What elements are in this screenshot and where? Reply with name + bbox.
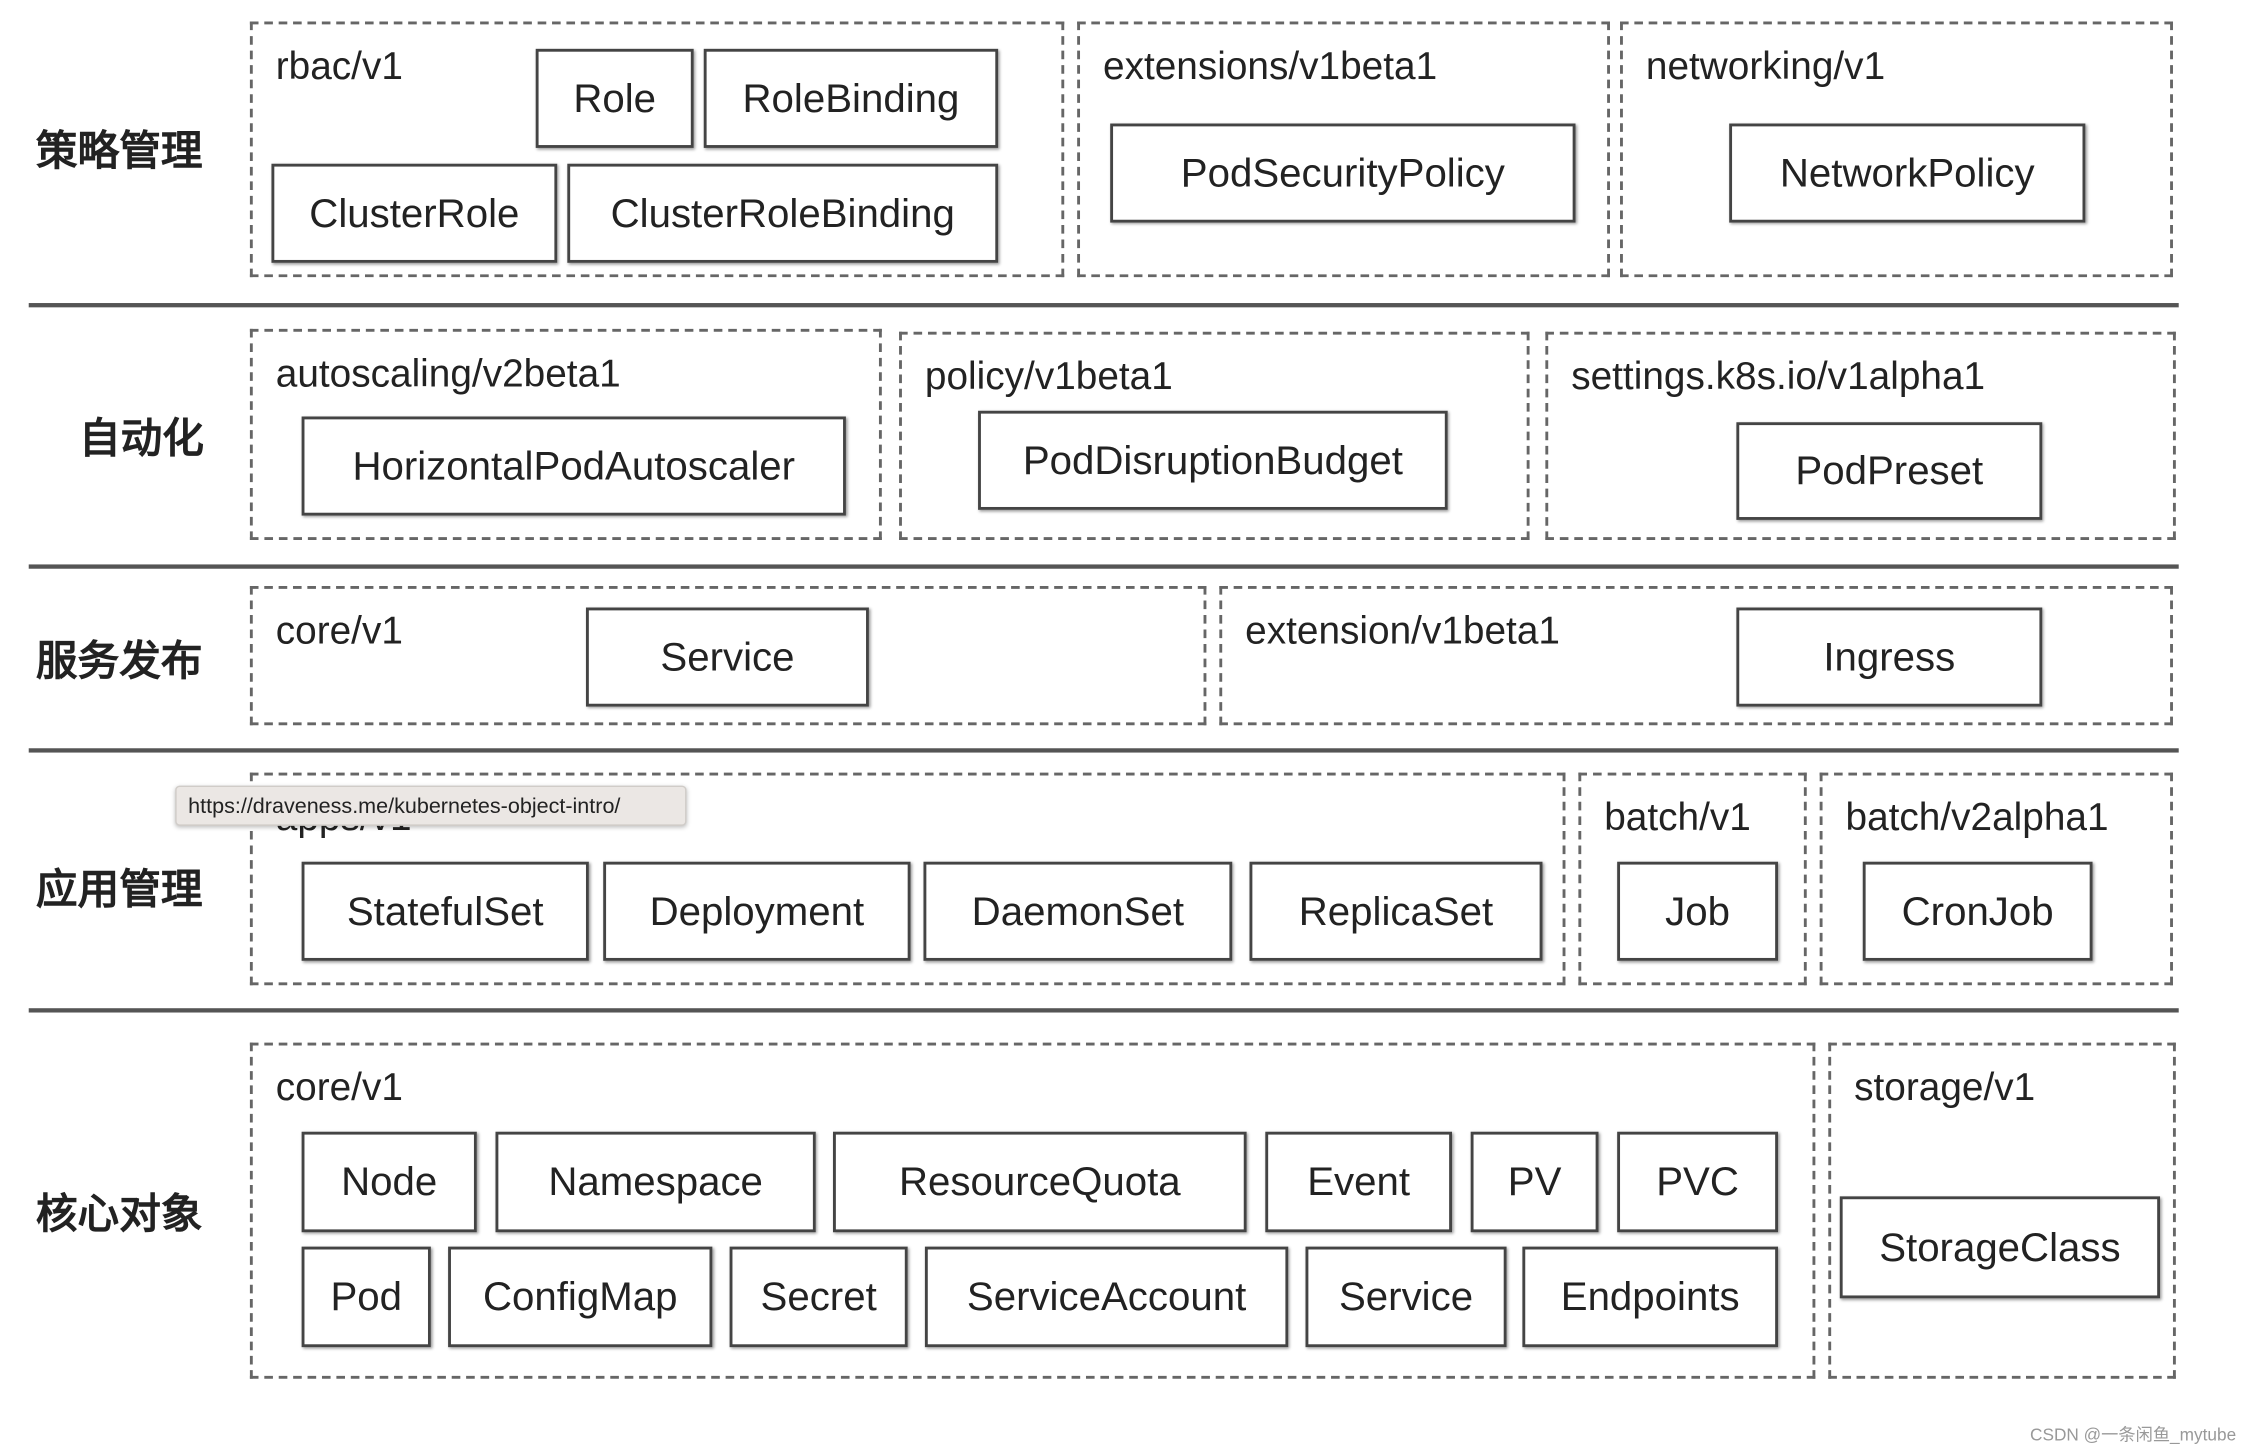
api-group-label: batch/v1 bbox=[1604, 795, 1751, 839]
object-node: Node bbox=[301, 1131, 477, 1233]
object-pod: Pod bbox=[301, 1246, 431, 1348]
object-event: Event bbox=[1265, 1131, 1452, 1233]
object-service: Service bbox=[1305, 1246, 1507, 1348]
category-label: 策略管理 bbox=[35, 126, 203, 176]
object-job: Job bbox=[1617, 861, 1779, 961]
object-statefulset: StatefulSet bbox=[301, 861, 589, 961]
kubernetes-object-diagram: 策略管理 rbac/v1 Role RoleBinding ClusterRole Clu… bbox=[0, 0, 2252, 1455]
object-daemonset: DaemonSet bbox=[923, 861, 1233, 961]
api-group-label: core/v1 bbox=[275, 1065, 403, 1109]
api-group-label: networking/v1 bbox=[1645, 44, 1886, 88]
api-group-label: rbac/v1 bbox=[275, 44, 403, 88]
category-label: 自动化 bbox=[78, 413, 204, 463]
object-clusterrole: ClusterRole bbox=[271, 163, 558, 263]
row-divider bbox=[28, 303, 2179, 308]
category-label: 应用管理 bbox=[35, 864, 203, 914]
object-configmap: ConfigMap bbox=[448, 1246, 713, 1348]
api-group-label: settings.k8s.io/v1alpha1 bbox=[1571, 354, 1986, 398]
object-clusterrolebinding: ClusterRoleBinding bbox=[567, 163, 999, 263]
object-serviceaccount: ServiceAccount bbox=[924, 1246, 1289, 1348]
api-group-label: storage/v1 bbox=[1854, 1065, 2036, 1109]
object-namespace: Namespace bbox=[495, 1131, 816, 1233]
link-tooltip: https://draveness.me/kubernetes-object-i… bbox=[175, 785, 687, 826]
object-endpoints: Endpoints bbox=[1522, 1246, 1779, 1348]
object-ingress: Ingress bbox=[1736, 607, 2043, 707]
row-divider bbox=[28, 748, 2179, 753]
object-podpreset: PodPreset bbox=[1736, 422, 2043, 520]
object-podsecuritypolicy: PodSecurityPolicy bbox=[1110, 123, 1576, 223]
object-storageclass: StorageClass bbox=[1839, 1196, 2161, 1299]
object-pvc: PVC bbox=[1617, 1131, 1779, 1233]
api-group-label: autoscaling/v2beta1 bbox=[275, 351, 621, 395]
object-service: Service bbox=[585, 607, 869, 707]
api-group-label: policy/v1beta1 bbox=[924, 354, 1173, 398]
object-role: Role bbox=[535, 48, 694, 148]
object-pv: PV bbox=[1470, 1131, 1599, 1233]
object-rolebinding: RoleBinding bbox=[703, 48, 999, 148]
api-group-label: core/v1 bbox=[275, 608, 403, 653]
object-poddisruptionbudget: PodDisruptionBudget bbox=[978, 410, 1448, 510]
object-networkpolicy: NetworkPolicy bbox=[1729, 123, 2086, 223]
object-cronjob: CronJob bbox=[1862, 861, 2093, 961]
api-group-label: extensions/v1beta1 bbox=[1103, 44, 1438, 88]
object-secret: Secret bbox=[729, 1246, 908, 1348]
row-divider bbox=[28, 1008, 2179, 1013]
api-group-label: batch/v2alpha1 bbox=[1845, 795, 2109, 839]
api-group-label: extension/v1beta1 bbox=[1245, 608, 1560, 653]
object-deployment: Deployment bbox=[603, 861, 911, 961]
object-resourcequota: ResourceQuota bbox=[832, 1131, 1247, 1233]
category-label: 服务发布 bbox=[35, 636, 203, 686]
row-divider bbox=[28, 564, 2179, 569]
object-horizontalpodautoscaler: HorizontalPodAutoscaler bbox=[301, 416, 846, 516]
object-replicaset: ReplicaSet bbox=[1249, 861, 1543, 961]
watermark: CSDN @一条闲鱼_mytube bbox=[2030, 1424, 2237, 1445]
category-label: 核心对象 bbox=[35, 1189, 203, 1239]
